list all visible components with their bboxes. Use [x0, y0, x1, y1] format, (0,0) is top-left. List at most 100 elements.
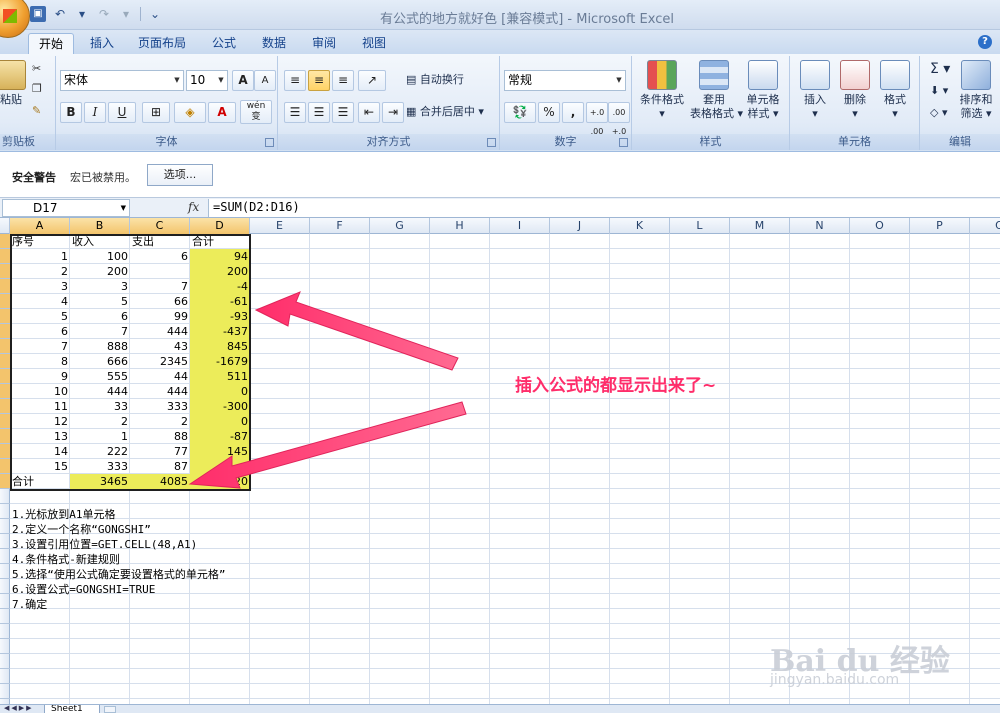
- table-cell[interactable]: 3: [70, 279, 130, 294]
- row-header[interactable]: [0, 324, 10, 339]
- save-icon[interactable]: ▣: [30, 6, 46, 22]
- column-header-p[interactable]: P: [910, 218, 970, 234]
- wrap-text-button[interactable]: ▤ 自动换行: [406, 71, 464, 89]
- column-header-q[interactable]: Q: [970, 218, 1000, 234]
- undo-dropdown-icon[interactable]: ▾: [74, 6, 90, 22]
- decrease-decimal-button[interactable]: .00 +.0: [608, 102, 630, 136]
- sheet-nav-icon[interactable]: ◀◀▶▶: [4, 704, 34, 712]
- table-cell[interactable]: 7: [10, 339, 70, 354]
- percent-button[interactable]: %: [538, 102, 560, 123]
- table-cell[interactable]: 5: [70, 294, 130, 309]
- total-row-cell[interactable]: 3465: [70, 474, 130, 489]
- table-cell[interactable]: 14: [10, 444, 70, 459]
- table-cell[interactable]: 88: [130, 429, 190, 444]
- row-header[interactable]: [0, 279, 10, 294]
- table-cell[interactable]: 845: [190, 339, 250, 354]
- column-header-o[interactable]: O: [850, 218, 910, 234]
- name-box[interactable]: D17 ▼: [2, 199, 130, 217]
- table-cell[interactable]: 4: [10, 294, 70, 309]
- underline-button[interactable]: U: [108, 102, 136, 123]
- table-cell[interactable]: 6: [10, 324, 70, 339]
- row-header[interactable]: [0, 474, 10, 489]
- delete-cells-button[interactable]: 删除 ▾: [836, 60, 874, 121]
- table-cell[interactable]: 0: [190, 384, 250, 399]
- row-header[interactable]: [0, 294, 10, 309]
- table-cell[interactable]: 77: [130, 444, 190, 459]
- font-size-combo[interactable]: 10 ▼: [186, 70, 228, 91]
- font-name-combo[interactable]: 宋体 ▼: [60, 70, 184, 91]
- row-header[interactable]: [0, 309, 10, 324]
- table-cell[interactable]: 87: [130, 459, 190, 474]
- sort-filter-button[interactable]: 排序和 筛选 ▾: [956, 60, 996, 121]
- row-header[interactable]: [0, 609, 10, 624]
- table-header-cell[interactable]: 合计: [190, 234, 250, 249]
- column-header-c[interactable]: C: [130, 218, 190, 234]
- row-header[interactable]: [0, 669, 10, 684]
- tab-formulas[interactable]: 公式: [202, 33, 246, 54]
- table-cell[interactable]: 1: [10, 249, 70, 264]
- row-header[interactable]: [0, 594, 10, 609]
- column-header-m[interactable]: M: [730, 218, 790, 234]
- tab-review[interactable]: 审阅: [302, 33, 346, 54]
- table-cell[interactable]: [190, 459, 250, 474]
- table-header-cell[interactable]: 支出: [130, 234, 190, 249]
- total-row-cell[interactable]: 合计: [10, 474, 70, 489]
- table-cell[interactable]: [130, 264, 190, 279]
- row-header[interactable]: [0, 534, 10, 549]
- row-header[interactable]: [0, 684, 10, 699]
- instruction-note[interactable]: 6.设置公式=GONGSHI=TRUE: [12, 582, 155, 597]
- column-header-l[interactable]: L: [670, 218, 730, 234]
- table-cell[interactable]: 8: [10, 354, 70, 369]
- table-cell[interactable]: 444: [130, 324, 190, 339]
- instruction-note[interactable]: 1.光标放到A1单元格: [12, 507, 116, 522]
- table-cell[interactable]: 1: [70, 429, 130, 444]
- instruction-note[interactable]: 5.选择“使用公式确定要设置格式的单元格”: [12, 567, 226, 582]
- sheet-tab[interactable]: Sheet1: [44, 705, 100, 713]
- table-cell[interactable]: 2: [130, 414, 190, 429]
- tab-home[interactable]: 开始: [28, 33, 75, 54]
- table-cell[interactable]: 6: [70, 309, 130, 324]
- table-cell[interactable]: 9: [10, 369, 70, 384]
- table-cell[interactable]: 43: [130, 339, 190, 354]
- row-header[interactable]: [0, 429, 10, 444]
- column-header-a[interactable]: A: [10, 218, 70, 234]
- fill-icon[interactable]: ⬇ ▾: [930, 82, 948, 100]
- table-cell[interactable]: 100: [70, 249, 130, 264]
- total-row-cell[interactable]: -620: [190, 474, 250, 489]
- table-cell[interactable]: 66: [130, 294, 190, 309]
- row-header[interactable]: [0, 354, 10, 369]
- table-cell[interactable]: -4: [190, 279, 250, 294]
- table-cell[interactable]: 200: [190, 264, 250, 279]
- currency-icon[interactable]: 💱: [504, 102, 536, 123]
- row-header[interactable]: [0, 444, 10, 459]
- table-cell[interactable]: 0: [190, 414, 250, 429]
- tab-data[interactable]: 数据: [252, 33, 296, 54]
- cut-icon[interactable]: ✂: [32, 60, 41, 78]
- clear-icon[interactable]: ◇ ▾: [930, 104, 947, 122]
- instruction-note[interactable]: 2.定义一个名称“GONGSHI”: [12, 522, 151, 537]
- row-header[interactable]: [0, 369, 10, 384]
- align-right-icon[interactable]: ☰: [332, 102, 354, 123]
- merge-center-button[interactable]: ▦ 合并后居中 ▾: [406, 103, 484, 121]
- table-cell[interactable]: 145: [190, 444, 250, 459]
- column-header-i[interactable]: I: [490, 218, 550, 234]
- row-header[interactable]: [0, 399, 10, 414]
- row-header[interactable]: [0, 579, 10, 594]
- align-middle-icon[interactable]: ≡: [308, 70, 330, 91]
- table-cell[interactable]: 222: [70, 444, 130, 459]
- help-icon[interactable]: ?: [978, 35, 992, 49]
- table-cell[interactable]: 444: [70, 384, 130, 399]
- table-cell[interactable]: 444: [130, 384, 190, 399]
- bold-button[interactable]: B: [60, 102, 82, 123]
- increase-decimal-button[interactable]: +.0 .00: [586, 102, 608, 136]
- tab-view[interactable]: 视图: [352, 33, 396, 54]
- align-center-icon[interactable]: ☰: [308, 102, 330, 123]
- column-header-b[interactable]: B: [70, 218, 130, 234]
- table-cell[interactable]: 44: [130, 369, 190, 384]
- table-cell[interactable]: 6: [130, 249, 190, 264]
- table-cell[interactable]: 2: [70, 414, 130, 429]
- table-cell[interactable]: 888: [70, 339, 130, 354]
- undo-icon[interactable]: ↶: [52, 6, 68, 22]
- column-header-h[interactable]: H: [430, 218, 490, 234]
- align-left-icon[interactable]: ☰: [284, 102, 306, 123]
